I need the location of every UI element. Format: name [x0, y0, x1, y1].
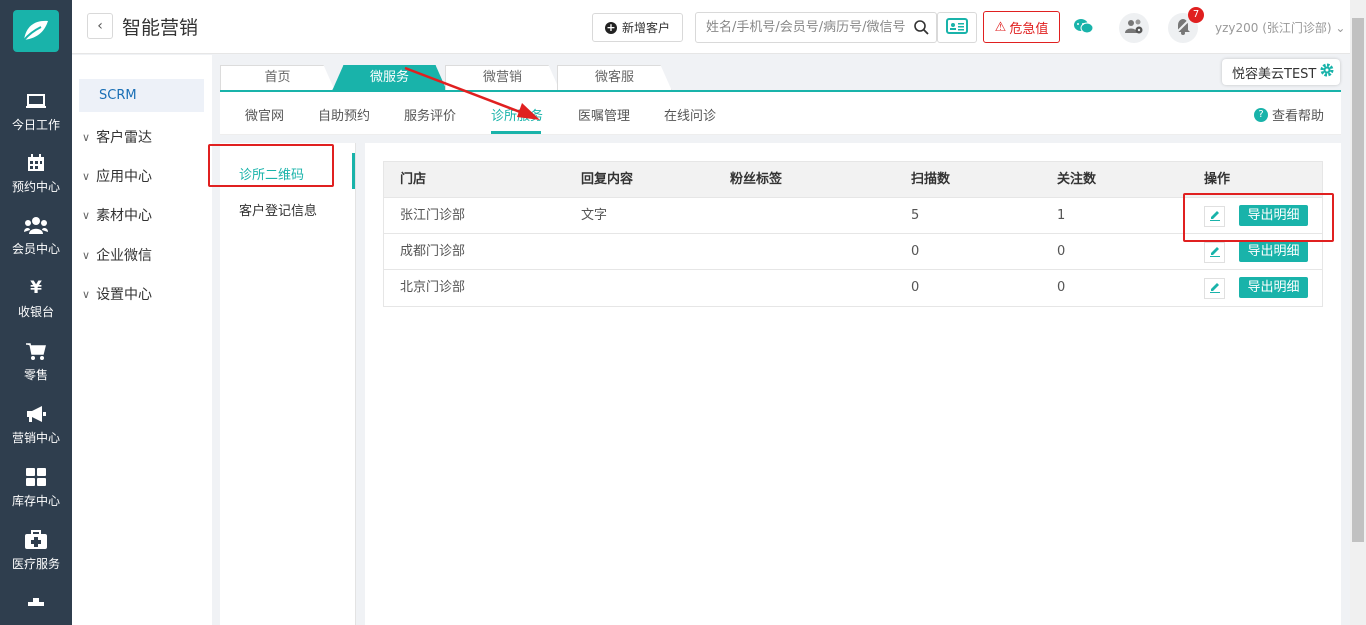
pencil-icon — [1209, 245, 1221, 261]
back-button[interactable]: ‹ — [87, 13, 113, 39]
sidebar-item-material-center[interactable]: ∨ 素材中心 — [82, 205, 152, 225]
page-title: 智能营销 — [122, 17, 199, 39]
users-icon — [24, 212, 48, 238]
warning-icon: ⚠ — [994, 19, 1007, 35]
export-detail-button[interactable]: 导出明细 — [1239, 205, 1308, 226]
col-actions: 操作 — [1204, 172, 1231, 187]
subnav-micro-site[interactable]: 微官网 — [245, 105, 284, 124]
search-box — [695, 12, 937, 43]
tab-home[interactable]: 首页 — [220, 65, 335, 91]
nav-medical[interactable]: 医疗服务 — [0, 527, 72, 587]
table-header: 门店 回复内容 粉丝标签 扫描数 关注数 操作 — [384, 162, 1322, 198]
subnav-active-indicator — [491, 131, 541, 134]
nav-cashier[interactable]: ¥ 收银台 — [0, 275, 72, 335]
pencil-icon — [1209, 209, 1221, 225]
yen-icon: ¥ — [30, 278, 42, 298]
subnav-self-booking[interactable]: 自助预约 — [318, 105, 370, 124]
subnav-clinic-service[interactable]: 诊所服务 — [491, 105, 543, 124]
wechat-icon — [1073, 18, 1094, 38]
megaphone-icon — [25, 401, 47, 427]
team-settings-icon — [1124, 18, 1144, 38]
col-follows: 关注数 — [1057, 172, 1097, 187]
calendar-icon — [26, 150, 46, 176]
more-icon — [28, 590, 44, 616]
chevron-down-icon: ∨ — [82, 287, 91, 301]
menu-active-indicator — [352, 153, 355, 189]
search-input[interactable] — [696, 13, 906, 42]
secondary-sidebar: SCRM ∨ 客户雷达 ∨ 应用中心 ∨ 素材中心 ∨ 企业微信 ∨ 设置中心 — [72, 55, 212, 625]
chevron-down-icon: ∨ — [82, 248, 91, 262]
subnav-medical-orders[interactable]: 医嘱管理 — [578, 105, 630, 124]
grid-icon — [26, 464, 46, 490]
edit-button[interactable] — [1204, 242, 1225, 263]
tab-micro-customer-service[interactable]: 微客服 — [557, 65, 672, 91]
help-link[interactable]: ? 查看帮助 — [1254, 105, 1324, 124]
export-detail-button[interactable]: 导出明细 — [1239, 241, 1308, 262]
export-detail-button[interactable]: 导出明细 — [1239, 277, 1308, 298]
org-tag[interactable]: 悦容美云TEST — [1222, 59, 1340, 85]
nav-marketing[interactable]: 营销中心 — [0, 401, 72, 461]
monitor-icon — [26, 88, 46, 114]
gear-icon[interactable] — [1320, 63, 1334, 81]
danger-value-button[interactable]: ⚠ 危急值 — [983, 11, 1060, 43]
sidebar-item-app-center[interactable]: ∨ 应用中心 — [82, 166, 152, 186]
sidebar-item-settings-center[interactable]: ∨ 设置中心 — [82, 284, 152, 304]
tab-bar: 首页 微服务 微营销 微客服 — [212, 55, 1350, 92]
nav-inventory[interactable]: 库存中心 — [0, 464, 72, 524]
nav-appointment[interactable]: 预约中心 — [0, 150, 72, 210]
subnav-online-consult[interactable]: 在线问诊 — [664, 105, 716, 124]
cart-icon — [26, 338, 46, 364]
qrcode-table: 门店 回复内容 粉丝标签 扫描数 关注数 操作 张江门诊部 文字 5 1 导出明… — [383, 161, 1323, 307]
sidebar-item-scrm[interactable]: SCRM — [79, 79, 204, 112]
edit-button[interactable] — [1204, 278, 1225, 299]
edit-button[interactable] — [1204, 206, 1225, 227]
pencil-icon — [1209, 281, 1221, 297]
plus-circle-icon: + — [604, 20, 617, 34]
table-row: 张江门诊部 文字 5 1 导出明细 — [384, 198, 1322, 234]
id-card-button[interactable] — [937, 12, 977, 43]
clinic-service-menu: 诊所二维码 客户登记信息 — [220, 143, 356, 625]
sub-navigation: 微官网 自助预约 服务评价 诊所服务 医嘱管理 在线问诊 — [220, 92, 1341, 135]
medkit-icon — [25, 527, 47, 553]
chevron-down-icon: ⌄ — [1335, 21, 1346, 35]
col-reply: 回复内容 — [581, 172, 634, 187]
user-menu[interactable]: yzy200 (张江门诊部) ⌄ — [1215, 19, 1345, 36]
subnav-service-review[interactable]: 服务评价 — [404, 105, 456, 124]
question-icon: ? — [1254, 107, 1268, 122]
chevron-left-icon: ‹ — [97, 18, 103, 34]
main-nav: 今日工作 预约中心 会员中心 ¥ 收银台 零售 营销中心 库存中心 医疗服务 — [0, 0, 72, 625]
sidebar-item-enterprise-wechat[interactable]: ∨ 企业微信 — [82, 245, 152, 265]
sidebar-item-customer-radar[interactable]: ∨ 客户雷达 — [82, 127, 152, 147]
col-fan-tag: 粉丝标签 — [730, 172, 783, 187]
chevron-down-icon: ∨ — [82, 208, 91, 222]
notification-badge: 7 — [1188, 7, 1204, 23]
nav-more[interactable] — [0, 590, 72, 620]
new-customer-button[interactable]: + 新增客户 — [592, 13, 683, 42]
table-row: 北京门诊部 0 0 导出明细 — [384, 270, 1322, 306]
id-card-icon — [946, 17, 968, 38]
nav-retail[interactable]: 零售 — [0, 338, 72, 398]
menu-clinic-qrcode[interactable]: 诊所二维码 — [239, 164, 304, 183]
nav-members[interactable]: 会员中心 — [0, 212, 72, 272]
wechat-button[interactable] — [1068, 13, 1098, 43]
tab-micro-marketing[interactable]: 微营销 — [445, 65, 560, 91]
search-icon[interactable] — [914, 20, 929, 39]
col-store: 门店 — [400, 172, 427, 187]
table-row: 成都门诊部 0 0 导出明细 — [384, 234, 1322, 270]
nav-today-work[interactable]: 今日工作 — [0, 88, 72, 148]
team-button[interactable] — [1119, 13, 1149, 43]
col-scans: 扫描数 — [911, 172, 951, 187]
menu-customer-registration[interactable]: 客户登记信息 — [239, 200, 317, 219]
scrollbar-thumb[interactable] — [1352, 18, 1364, 542]
chevron-down-icon: ∨ — [82, 169, 91, 183]
top-header: ‹ 智能营销 + 新增客户 ⚠危急值 7 yzy200 (张江门诊部) ⌄ — [72, 0, 1350, 54]
app-logo[interactable] — [13, 10, 59, 52]
chevron-down-icon: ∨ — [82, 130, 91, 144]
tab-micro-service[interactable]: 微服务 — [332, 65, 447, 91]
